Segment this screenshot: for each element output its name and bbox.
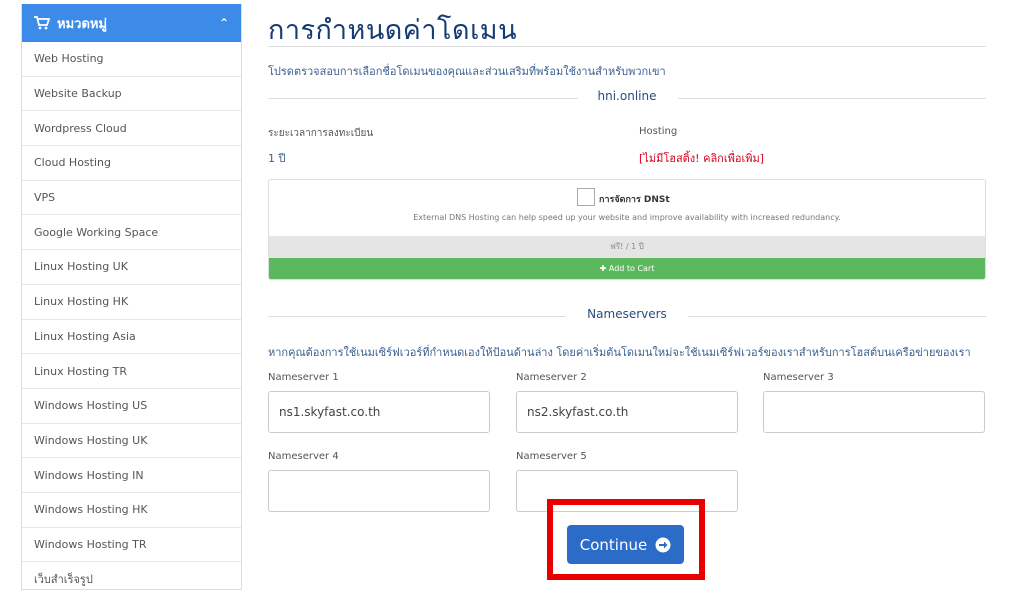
dns-management-title: การจัดการ DNSt — [599, 195, 670, 205]
chevron-up-icon[interactable]: ⌃ — [219, 16, 229, 30]
main-content: การกำหนดค่าโดเมน โปรดตรวจสอบการเลือกชื่อ… — [268, 0, 986, 590]
registration-period-value: 1 ปี — [268, 152, 286, 165]
sidebar-item-google-working-space[interactable]: Google Working Space — [22, 215, 241, 251]
nameserver-3-label: Nameserver 3 — [763, 372, 834, 383]
sidebar-item-label: Windows Hosting IN — [34, 468, 144, 482]
sidebar-item-vps[interactable]: VPS — [22, 181, 241, 216]
sidebar-item-website-backup[interactable]: Website Backup — [22, 77, 241, 112]
sidebar-item-label: Linux Hosting Asia — [34, 329, 136, 343]
nameserver-4-input[interactable] — [268, 470, 490, 512]
continue-label: Continue — [579, 535, 648, 554]
page-subtitle: โปรดตรวจสอบการเลือกชื่อโดเมนของคุณและส่ว… — [268, 65, 666, 78]
nameserver-5-label: Nameserver 5 — [516, 451, 587, 462]
registration-period-label: ระยะเวลาการลงทะเบียน — [268, 128, 374, 139]
hosting-label: Hosting — [639, 126, 678, 137]
add-to-cart-label: Add to Cart — [608, 264, 655, 273]
sidebar-item-cloud-hosting[interactable]: Cloud Hosting — [22, 146, 241, 181]
sidebar-item-label: Windows Hosting US — [34, 399, 148, 413]
sidebar-item-linux-hosting-uk[interactable]: Linux Hosting UK — [22, 250, 241, 285]
sidebar-item-wordpress-cloud[interactable]: Wordpress Cloud — [22, 111, 241, 147]
sidebar-item-windows-hosting-in[interactable]: Windows Hosting IN — [22, 458, 241, 493]
dns-management-addon: การจัดการ DNSt External DNS Hosting can … — [268, 179, 986, 280]
sidebar-item-windows-hosting-hk[interactable]: Windows Hosting HK — [22, 493, 241, 528]
divider-line — [688, 316, 986, 317]
add-hosting-link[interactable]: [ไม่มีโฮสติ้ง! คลิกเพื่อเพิ่ม] — [639, 149, 764, 167]
sidebar-item-website-builder[interactable]: เว็บสำเร็จรูป — [22, 562, 241, 589]
divider-line — [678, 98, 986, 99]
sidebar-item-label: Wordpress Cloud — [34, 121, 127, 135]
cart-icon — [34, 16, 50, 30]
title-divider — [268, 46, 986, 47]
dns-management-checkbox[interactable] — [577, 188, 595, 206]
sidebar-item-label: Google Working Space — [34, 225, 159, 239]
sidebar-header-label: หมวดหมู่ — [57, 16, 108, 32]
nameserver-1-label: Nameserver 1 — [268, 372, 339, 383]
sidebar: หมวดหมู่ ⌃ Web Hosting Website Backup Wo… — [21, 4, 242, 590]
nameservers-divider: Nameservers — [268, 307, 986, 325]
arrow-circle-right-icon — [655, 537, 671, 552]
sidebar-item-linux-hosting-hk[interactable]: Linux Hosting HK — [22, 285, 241, 320]
sidebar-item-windows-hosting-uk[interactable]: Windows Hosting UK — [22, 424, 241, 459]
sidebar-item-web-hosting[interactable]: Web Hosting — [22, 42, 241, 77]
sidebar-item-label: Linux Hosting HK — [34, 295, 129, 309]
dns-management-price: ฟรี! / 1 ปี — [269, 236, 985, 258]
sidebar-item-label: Web Hosting — [34, 52, 104, 66]
sidebar-item-label: Linux Hosting TR — [34, 364, 128, 378]
add-to-cart-button[interactable]: ✚ Add to Cart — [269, 258, 985, 279]
sidebar-item-label: เว็บสำเร็จรูป — [34, 573, 93, 587]
sidebar-item-windows-hosting-us[interactable]: Windows Hosting US — [22, 389, 241, 424]
sidebar-item-label: VPS — [34, 191, 56, 205]
nameservers-description: หากคุณต้องการใช้เนมเซิร์ฟเวอร์ที่กำหนดเอ… — [268, 346, 971, 359]
nameservers-heading: Nameservers — [587, 307, 667, 321]
sidebar-item-linux-hosting-asia[interactable]: Linux Hosting Asia — [22, 320, 241, 355]
page-title: การกำหนดค่าโดเมน — [268, 15, 518, 46]
sidebar-item-label: Windows Hosting UK — [34, 433, 148, 447]
domain-name: hni.online — [597, 89, 657, 103]
nameserver-4-label: Nameserver 4 — [268, 451, 339, 462]
sidebar-item-linux-hosting-tr[interactable]: Linux Hosting TR — [22, 354, 241, 389]
continue-button[interactable]: Continue — [567, 525, 684, 564]
dns-management-description: External DNS Hosting can help speed up y… — [413, 213, 841, 222]
nameserver-1-input[interactable] — [268, 391, 490, 433]
sidebar-header[interactable]: หมวดหมู่ ⌃ — [22, 4, 241, 42]
nameserver-2-label: Nameserver 2 — [516, 372, 587, 383]
sidebar-item-label: Windows Hosting TR — [34, 537, 147, 551]
nameserver-2-input[interactable] — [516, 391, 738, 433]
sidebar-item-label: Website Backup — [34, 87, 122, 101]
plus-icon: ✚ — [599, 264, 607, 273]
sidebar-item-label: Cloud Hosting — [34, 156, 111, 170]
nameserver-3-input[interactable] — [763, 391, 985, 433]
sidebar-item-label: Linux Hosting UK — [34, 260, 128, 274]
sidebar-item-windows-hosting-tr[interactable]: Windows Hosting TR — [22, 528, 241, 563]
domain-divider: hni.online — [268, 89, 986, 107]
sidebar-item-label: Windows Hosting HK — [34, 503, 148, 517]
